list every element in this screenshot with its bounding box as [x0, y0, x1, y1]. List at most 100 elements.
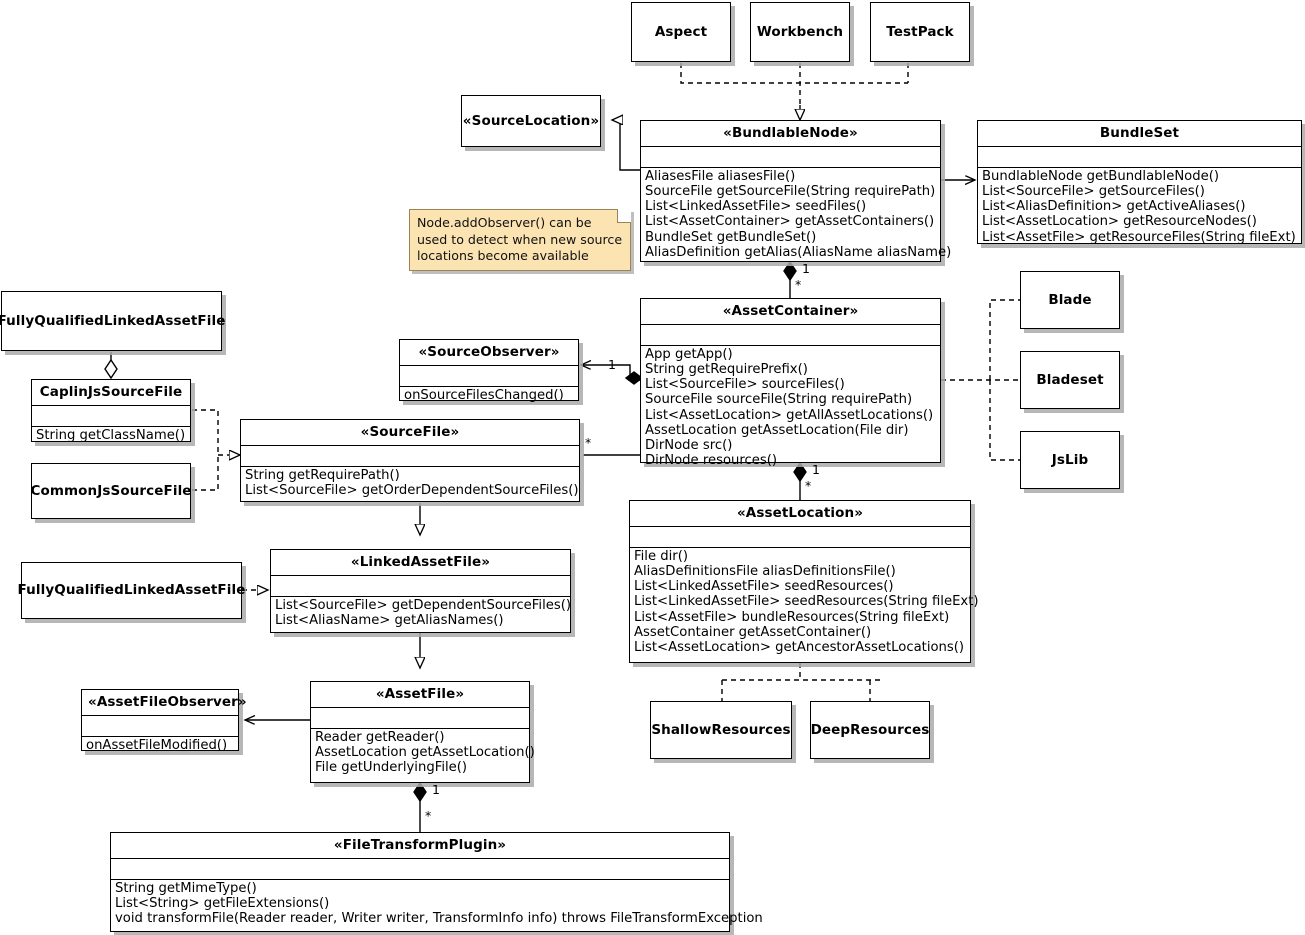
operation: List<String> getFileExtensions()	[115, 896, 330, 912]
operations-compartment: BundlableNode getBundlableNode() List<So…	[978, 166, 1301, 247]
operations-compartment: List<SourceFile> getDependentSourceFiles…	[271, 595, 572, 630]
class-title: «SourceLocation»	[462, 112, 600, 129]
class-title: «FileTransformPlugin»	[333, 837, 507, 853]
class-title: BundleSet	[1099, 125, 1180, 141]
class-title: Aspect	[654, 23, 708, 40]
uml-diagram-canvas: BundlableNode (realization, dashed) -->	[0, 0, 1305, 935]
operation: List<AssetLocation> getAllAssetLocations…	[645, 407, 934, 423]
operation: List<SourceFile> getOrderDependentSource…	[245, 483, 579, 499]
class-title: «BundlableNode»	[723, 125, 858, 141]
operation: List<SourceFile> sourceFiles()	[645, 377, 845, 393]
operation: List<AssetFile> getResourceFiles(String …	[982, 229, 1296, 245]
attributes-compartment	[400, 364, 578, 386]
operation: SourceFile sourceFile(String requirePath…	[645, 392, 913, 408]
class-caplinjs-source-file[interactable]: CaplinJsSourceFile String getClassName()	[31, 379, 191, 443]
class-workbench[interactable]: Workbench	[750, 2, 850, 62]
class-fully-qualified-linked-asset-file-top[interactable]: FullyQualifiedLinkedAssetFile	[0, 291, 225, 351]
operation: onAssetFileModified()	[86, 737, 228, 753]
operation: List<AliasName> getAliasNames()	[275, 613, 504, 629]
attributes-compartment	[271, 574, 570, 596]
class-title: «SourceObserver»	[418, 344, 560, 360]
class-bundlable-node[interactable]: «BundlableNode» AliasesFile aliasesFile(…	[640, 120, 952, 262]
multiplicity-label: 1	[608, 357, 616, 372]
class-asset-file[interactable]: «AssetFile» Reader getReader() AssetLoca…	[310, 681, 535, 783]
class-bundle-set[interactable]: BundleSet BundlableNode getBundlableNode…	[977, 120, 1302, 247]
operation: String getRequirePrefix()	[645, 362, 808, 378]
operations-compartment: onAssetFileModified()	[82, 735, 238, 755]
class-source-observer[interactable]: «SourceObserver» onSourceFilesChanged()	[399, 339, 579, 403]
operation: List<SourceFile> getSourceFiles()	[982, 184, 1205, 200]
operation: onSourceFilesChanged()	[404, 387, 564, 403]
operations-compartment: String getMimeType() List<String> getFil…	[111, 878, 763, 929]
operation: AliasDefinitionsFile aliasDefinitionsFil…	[634, 564, 896, 580]
operations-compartment: AliasesFile aliasesFile() SourceFile get…	[641, 166, 952, 262]
class-asset-file-observer[interactable]: «AssetFileObserver» onAssetFileModified(…	[81, 689, 247, 753]
class-title: FullyQualifiedLinkedAssetFile	[0, 312, 226, 329]
operation: DirNode src()	[645, 438, 733, 454]
attributes-compartment	[978, 145, 1301, 167]
comment-note: Node.addObserver() can be used to detect…	[409, 209, 631, 271]
class-shallow-resources[interactable]: ShallowResources	[650, 701, 792, 759]
operation: List<AssetContainer> getAssetContainers(…	[645, 214, 935, 230]
operation: String getRequirePath()	[245, 467, 400, 483]
class-fully-qualified-linked-asset-file-bottom[interactable]: FullyQualifiedLinkedAssetFile	[18, 562, 245, 619]
operation: SourceFile getSourceFile(String requireP…	[645, 184, 936, 200]
class-asset-container[interactable]: «AssetContainer» App getApp() String get…	[640, 298, 941, 468]
operation: BundlableNode getBundlableNode()	[982, 168, 1220, 184]
class-title: Blade	[1048, 291, 1092, 308]
operations-compartment: String getRequirePath() List<SourceFile>…	[241, 465, 579, 500]
multiplicity-label: *	[585, 435, 592, 450]
operation: List<AssetLocation> getAncestorAssetLoca…	[634, 640, 965, 656]
operation: List<SourceFile> getDependentSourceFiles…	[275, 597, 572, 613]
class-file-transform-plugin[interactable]: «FileTransformPlugin» String getMimeType…	[110, 832, 763, 932]
operation: String getClassName()	[36, 427, 186, 443]
class-title: «LinkedAssetFile»	[350, 554, 491, 570]
operation: void transformFile(Reader reader, Writer…	[115, 911, 763, 927]
attributes-compartment	[630, 525, 970, 547]
operation: App getApp()	[645, 346, 733, 362]
class-title: «SourceFile»	[360, 424, 460, 440]
multiplicity-label: *	[805, 478, 812, 493]
attributes-compartment	[311, 706, 529, 728]
class-title: CommonJsSourceFile	[30, 482, 192, 499]
class-title: «AssetLocation»	[736, 505, 864, 521]
attributes-compartment	[641, 323, 940, 345]
operation: List<AssetFile> bundleResources(String f…	[634, 609, 950, 625]
operation: AliasesFile aliasesFile()	[645, 168, 796, 184]
operations-compartment: Reader getReader() AssetLocation getAsse…	[311, 727, 535, 778]
operation: DirNode resources()	[645, 453, 778, 469]
operation: List<AliasDefinition> getActiveAliases()	[982, 199, 1246, 215]
class-deep-resources[interactable]: DeepResources	[810, 701, 930, 759]
class-title: JsLib	[1051, 451, 1089, 468]
operation: List<LinkedAssetFile> seedFiles()	[645, 199, 867, 215]
note-fold-corner	[617, 209, 631, 223]
operation: List<LinkedAssetFile> seedResources(Stri…	[634, 594, 979, 610]
multiplicity-label: *	[795, 277, 802, 292]
class-blade[interactable]: Blade	[1020, 271, 1120, 329]
class-aspect[interactable]: Aspect	[631, 2, 731, 62]
operation: String getMimeType()	[115, 880, 257, 896]
class-title: DeepResources	[810, 721, 930, 738]
operation: BundleSet getBundleSet()	[645, 229, 817, 245]
operation: File dir()	[634, 548, 689, 564]
class-title: Bladeset	[1036, 371, 1104, 388]
operation: AssetContainer getAssetContainer()	[634, 624, 872, 640]
multiplicity-label: 1	[812, 462, 820, 477]
operation: AssetLocation getAssetLocation(File dir)	[645, 422, 909, 438]
class-source-file[interactable]: «SourceFile» String getRequirePath() Lis…	[240, 419, 580, 502]
attributes-compartment	[32, 404, 190, 426]
class-linked-asset-file[interactable]: «LinkedAssetFile» List<SourceFile> getDe…	[270, 549, 571, 633]
attributes-compartment	[641, 145, 940, 167]
class-bladeset[interactable]: Bladeset	[1020, 351, 1120, 409]
multiplicity-label: 1	[432, 782, 440, 797]
operation: AliasDefinition getAlias(AliasName alias…	[645, 244, 952, 260]
class-asset-location[interactable]: «AssetLocation» File dir() AliasDefiniti…	[629, 500, 979, 663]
operation: File getUnderlyingFile()	[315, 760, 468, 776]
class-commonjs-source-file[interactable]: CommonJsSourceFile	[30, 463, 191, 519]
attributes-compartment	[241, 444, 579, 466]
class-title: CaplinJsSourceFile	[39, 384, 183, 400]
class-testpack[interactable]: TestPack	[870, 2, 970, 62]
class-title: TestPack	[886, 23, 954, 40]
class-jslib[interactable]: JsLib	[1020, 431, 1120, 489]
class-source-location[interactable]: «SourceLocation»	[461, 95, 601, 147]
